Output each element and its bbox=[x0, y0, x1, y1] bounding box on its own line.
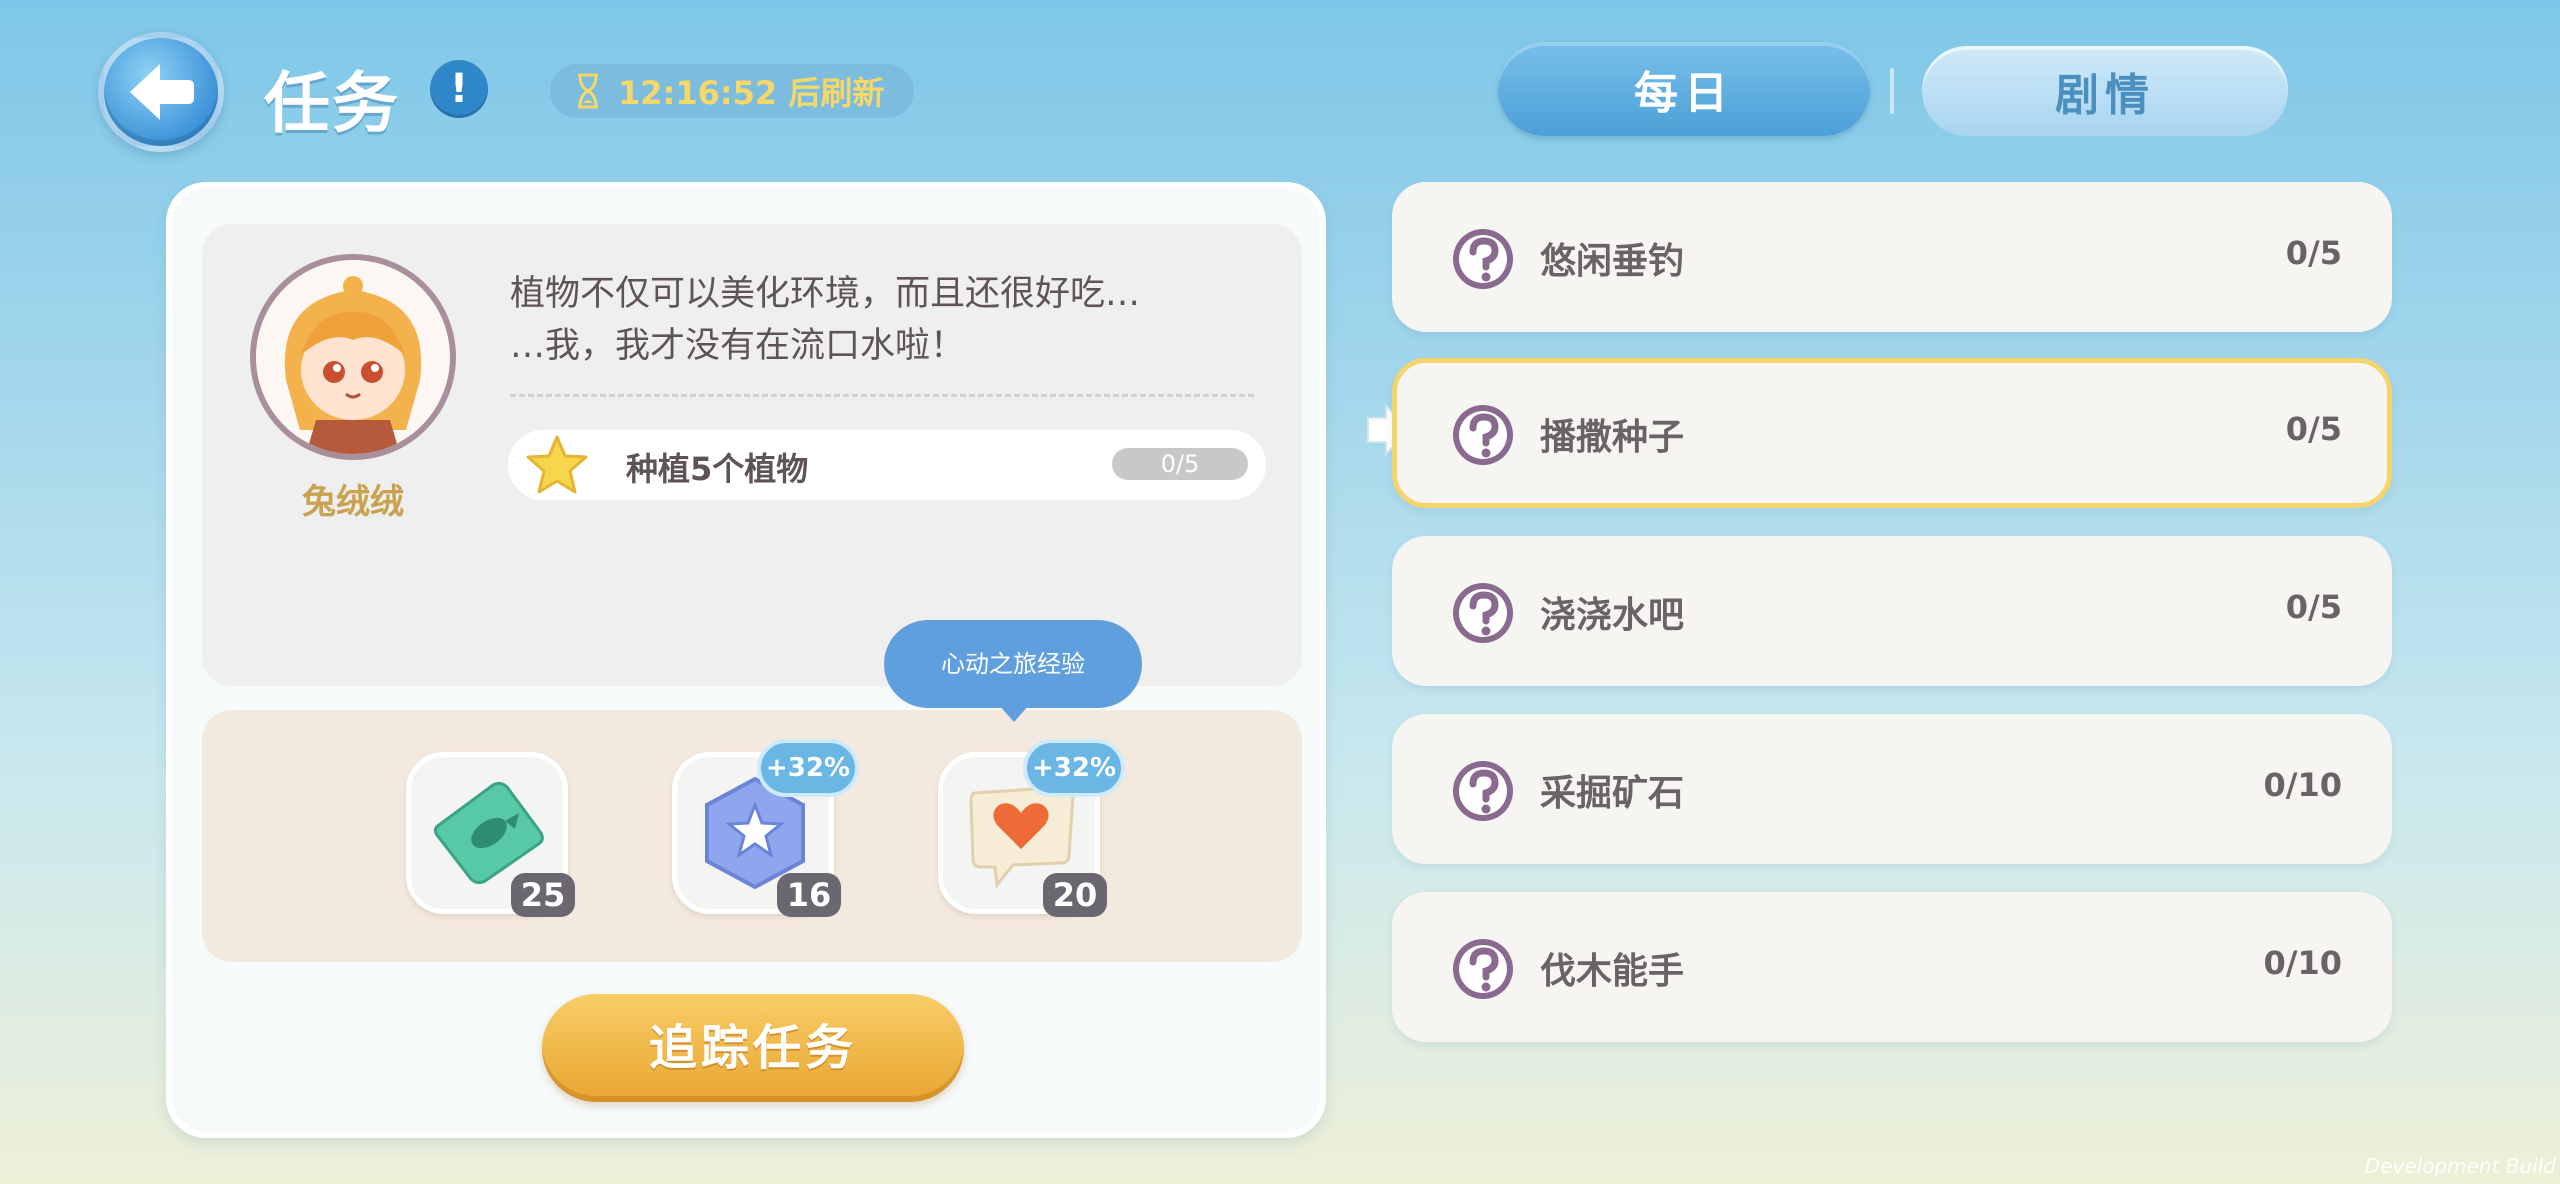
npc-name: 兔绒绒 bbox=[302, 482, 404, 522]
reward-count: 16 bbox=[777, 873, 841, 917]
reward-item-star-hexagon[interactable]: +32% 16 bbox=[672, 739, 859, 917]
quest-label: 悠闲垂钓 bbox=[1540, 241, 1685, 282]
bonus-badge: +32% bbox=[1023, 739, 1125, 797]
reward-card: 25 +32% 16 +32% 20 bbox=[202, 710, 1302, 962]
star-icon bbox=[526, 435, 588, 494]
quest-progress: 0/10 bbox=[2263, 944, 2342, 982]
question-mark-icon bbox=[1453, 405, 1513, 465]
tab-divider bbox=[1890, 68, 1894, 114]
tab-daily[interactable]: 每日 bbox=[1498, 42, 1870, 136]
info-icon[interactable]: ! bbox=[430, 60, 488, 118]
quest-progress: 0/5 bbox=[2285, 410, 2342, 448]
npc-dialog-card: 兔绒绒 植物不仅可以美化环境，而且还很好吃… …我，我才没有在流口水啦！ 种植5… bbox=[202, 224, 1302, 686]
quest-item-mining[interactable]: 采掘矿石 0/10 bbox=[1392, 714, 2392, 864]
question-mark-icon bbox=[1453, 583, 1513, 643]
reward-tooltip: 心动之旅经验 bbox=[884, 620, 1142, 708]
question-mark-icon bbox=[1453, 939, 1513, 999]
back-button[interactable] bbox=[98, 32, 224, 152]
quest-progress: 0/10 bbox=[2263, 766, 2342, 804]
page-title: 任务 bbox=[264, 65, 400, 142]
quest-item-sow-seeds[interactable]: 播撒种子 0/5 bbox=[1392, 358, 2392, 508]
quest-item-watering[interactable]: 浇浇水吧 0/5 bbox=[1392, 536, 2392, 686]
objective-progress: 0/5 bbox=[1112, 448, 1248, 480]
tab-story[interactable]: 剧情 bbox=[1922, 46, 2288, 136]
refresh-timer: 12:16:52 后刷新 bbox=[550, 64, 914, 118]
reward-count: 25 bbox=[511, 873, 575, 917]
question-mark-icon bbox=[1453, 761, 1513, 821]
quest-progress: 0/5 bbox=[2285, 588, 2342, 626]
dev-build-watermark: Development Build bbox=[2364, 1154, 2556, 1178]
reward-item-heart-chat[interactable]: +32% 20 bbox=[938, 739, 1125, 917]
question-mark-icon bbox=[1453, 229, 1513, 289]
quest-label: 伐木能手 bbox=[1540, 951, 1685, 992]
hourglass-icon bbox=[578, 73, 598, 109]
refresh-text: 12:16:52 后刷新 bbox=[618, 74, 885, 112]
quest-label: 浇浇水吧 bbox=[1540, 595, 1685, 636]
npc-dialog: 植物不仅可以美化环境，而且还很好吃… …我，我才没有在流口水啦！ bbox=[510, 268, 1210, 372]
reward-count: 20 bbox=[1043, 873, 1107, 917]
npc-avatar[interactable] bbox=[250, 254, 456, 460]
objective-label: 种植5个植物 bbox=[626, 450, 809, 488]
dialog-line-2: …我，我才没有在流口水啦！ bbox=[510, 326, 966, 366]
quest-progress: 0/5 bbox=[2285, 234, 2342, 272]
objective-row: 种植5个植物 0/5 bbox=[508, 430, 1266, 500]
npc-portrait-icon bbox=[256, 260, 450, 454]
bonus-badge: +32% bbox=[757, 739, 859, 797]
quest-item-logging[interactable]: 伐木能手 0/10 bbox=[1392, 892, 2392, 1042]
dialog-divider bbox=[510, 394, 1254, 397]
quest-detail-panel: 兔绒绒 植物不仅可以美化环境，而且还很好吃… …我，我才没有在流口水啦！ 种植5… bbox=[166, 182, 1326, 1138]
quest-label: 播撒种子 bbox=[1540, 417, 1685, 458]
dialog-line-1: 植物不仅可以美化环境，而且还很好吃… bbox=[510, 274, 1141, 314]
quest-label: 采掘矿石 bbox=[1540, 773, 1685, 814]
tooltip-arrow bbox=[998, 704, 1030, 722]
track-quest-button[interactable]: 追踪任务 bbox=[542, 994, 964, 1102]
quest-item-fishing[interactable]: 悠闲垂钓 0/5 bbox=[1392, 182, 2392, 332]
back-arrow-icon bbox=[130, 64, 194, 120]
reward-item-fish-ticket[interactable]: 25 bbox=[406, 752, 575, 917]
